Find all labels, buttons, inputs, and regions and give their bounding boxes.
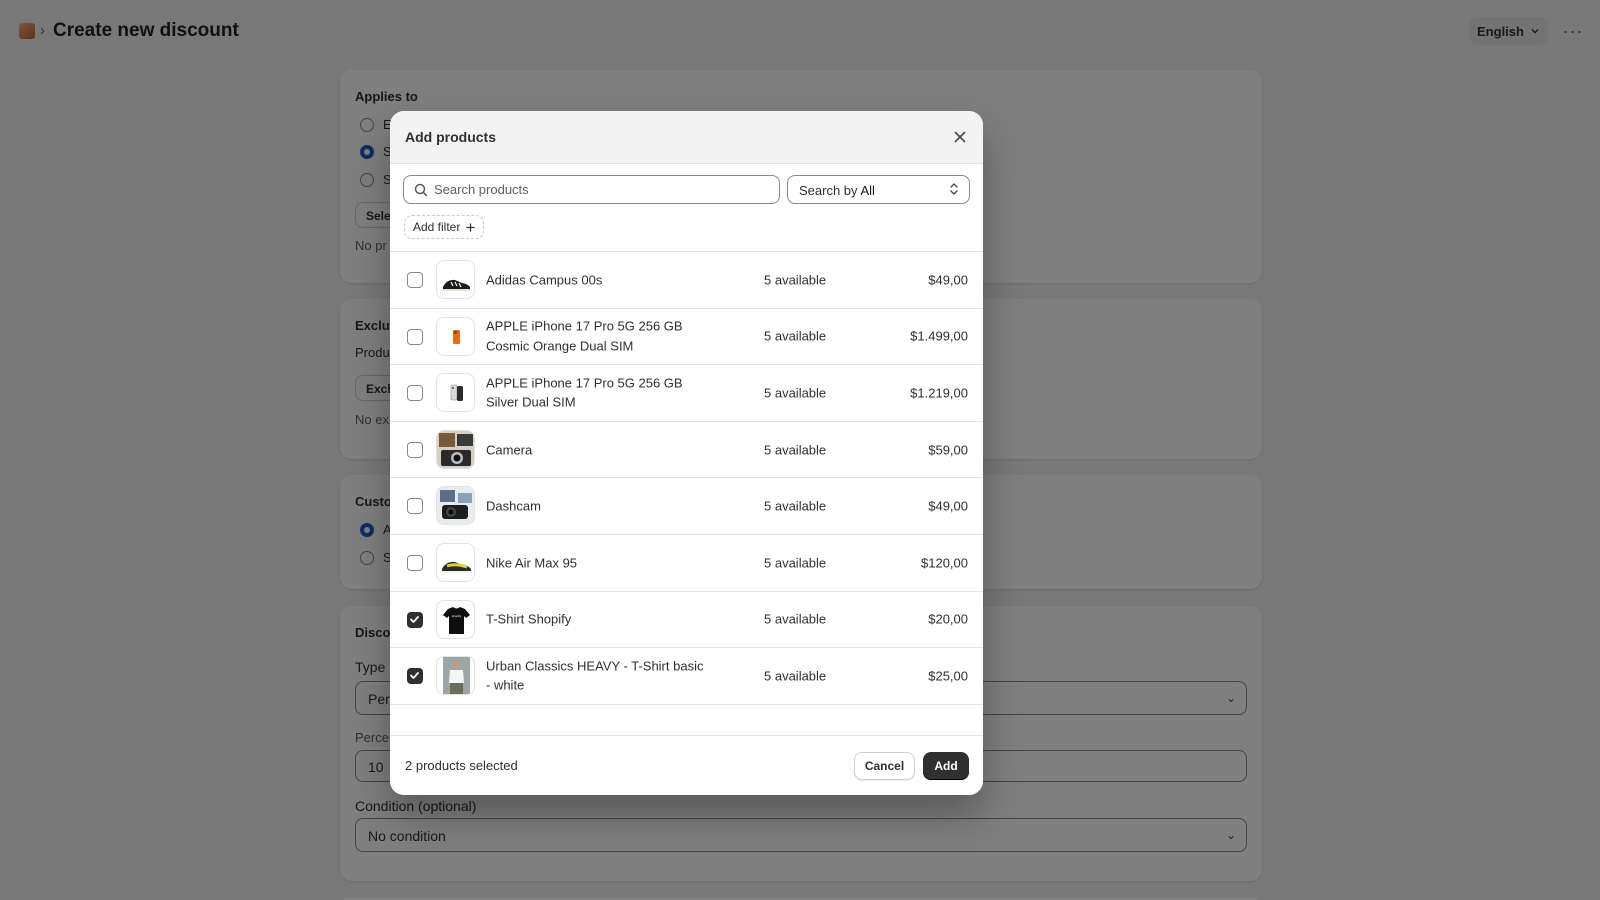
search-by-prefix: Search by	[799, 183, 858, 198]
search-by-select[interactable]: Search by All	[787, 175, 970, 204]
product-row[interactable]: shopify T-Shirt Shopify 5 available $20,00	[390, 592, 983, 649]
product-list: Adidas Campus 00s 5 available $49,00 APPLE …	[390, 251, 983, 705]
product-thumbnail	[436, 542, 475, 582]
product-name: Camera	[486, 441, 533, 457]
product-row[interactable]: Adidas Campus 00s 5 available $49,00	[390, 252, 983, 309]
product-checkbox[interactable]	[407, 554, 423, 571]
add-products-modal: Add products Search by All Add filter Ad…	[390, 111, 983, 795]
product-price: $1.499,00	[910, 328, 968, 344]
product-thumbnail	[436, 429, 475, 469]
product-checkbox[interactable]	[407, 272, 423, 288]
product-thumbnail	[436, 260, 475, 299]
product-thumbnail	[436, 316, 475, 356]
product-thumbnail	[436, 373, 475, 413]
product-row[interactable]: Camera 5 available $59,00	[390, 422, 983, 479]
add-button[interactable]: Add	[923, 752, 969, 780]
product-price: $49,00	[928, 272, 968, 288]
product-name: Adidas Campus 00s	[486, 272, 603, 288]
product-price: $20,00	[928, 611, 968, 627]
product-price: $25,00	[928, 668, 968, 684]
product-availability: 5 available	[764, 498, 827, 514]
search-icon	[414, 183, 428, 197]
checkmark-icon	[410, 672, 419, 680]
product-availability: 5 available	[764, 385, 827, 401]
product-price: $1.219,00	[910, 385, 968, 401]
search-by-value: All	[860, 183, 875, 198]
product-checkbox[interactable]	[407, 668, 423, 685]
product-name: T-Shirt Shopify	[486, 611, 572, 627]
search-input[interactable]	[434, 176, 774, 203]
product-checkbox[interactable]	[407, 328, 423, 345]
product-name: Nike Air Max 95	[486, 555, 578, 571]
product-availability: 5 available	[764, 328, 827, 344]
product-row[interactable]: APPLE iPhone 17 Pro 5G 256 GB Silver Dua…	[390, 365, 983, 422]
product-thumbnail	[436, 486, 475, 526]
product-checkbox[interactable]	[407, 441, 423, 458]
product-availability: 5 available	[764, 611, 827, 627]
plus-icon	[466, 222, 476, 232]
product-thumbnail: shopify	[436, 599, 475, 639]
search-field[interactable]	[403, 175, 780, 204]
add-filter-button[interactable]: Add filter	[404, 215, 485, 239]
product-checkbox[interactable]	[407, 498, 423, 515]
product-name: Urban Classics HEAVY - T-Shirt basic - w…	[486, 658, 704, 693]
product-availability: 5 available	[764, 442, 827, 458]
selected-count: 2 products selected	[405, 758, 518, 773]
modal-header: Add products	[390, 111, 983, 164]
product-price: $59,00	[928, 442, 968, 458]
close-icon	[954, 131, 966, 143]
product-row[interactable]: Nike Air Max 95 5 available $120,00	[390, 535, 983, 592]
add-filter-label: Add filter	[413, 220, 461, 234]
product-thumbnail	[436, 656, 475, 696]
product-row[interactable]: Urban Classics HEAVY - T-Shirt basic - w…	[390, 648, 983, 705]
product-row[interactable]: Dashcam 5 available $49,00	[390, 478, 983, 535]
product-name: Dashcam	[486, 498, 541, 514]
product-row[interactable]: APPLE iPhone 17 Pro 5G 256 GB Cosmic Ora…	[390, 309, 983, 366]
checkmark-icon	[410, 615, 419, 623]
product-price: $120,00	[921, 555, 968, 571]
product-checkbox[interactable]	[407, 385, 423, 402]
product-name: APPLE iPhone 17 Pro 5G 256 GB Cosmic Ora…	[486, 318, 683, 354]
product-price: $49,00	[928, 498, 968, 514]
cancel-button[interactable]: Cancel	[854, 752, 915, 780]
product-availability: 5 available	[764, 555, 827, 571]
modal-footer: 2 products selected Cancel Add	[390, 735, 983, 795]
product-name: APPLE iPhone 17 Pro 5G 256 GB Silver Dua…	[486, 375, 683, 410]
select-arrows-icon	[950, 183, 958, 195]
product-availability: 5 available	[764, 668, 827, 684]
modal-title: Add products	[405, 129, 496, 145]
svg-text:shopify: shopify	[452, 614, 462, 618]
product-checkbox[interactable]	[407, 611, 423, 628]
product-availability: 5 available	[764, 272, 827, 288]
close-button[interactable]	[950, 127, 970, 147]
